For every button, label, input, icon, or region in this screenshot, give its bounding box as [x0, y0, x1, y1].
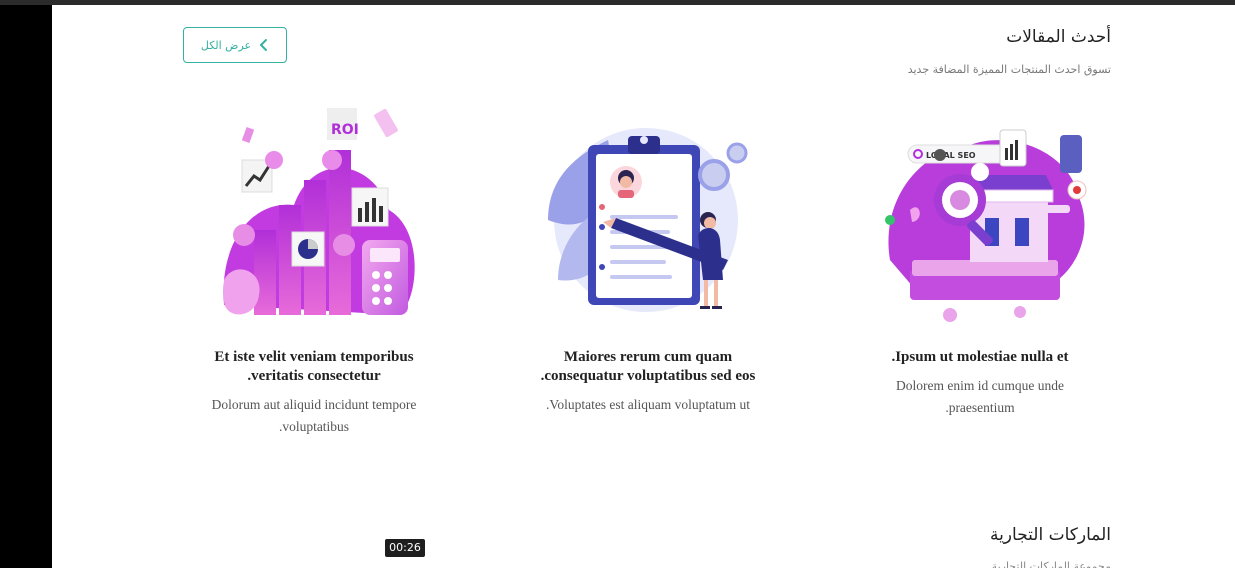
article-title[interactable]: Et iste velit veniam temporibus veritati…: [196, 348, 432, 386]
brands-subheading: مجموعة الماركات التجارية: [991, 560, 1111, 568]
svg-text:ROI: ROI: [331, 122, 359, 138]
articles-heading: أحدث المقالات: [1006, 27, 1111, 47]
chevron-left-icon: [260, 39, 268, 51]
article-description: Dolorem enim id cumque unde praesentium.: [896, 378, 1064, 415]
local-seo-shop-illustration: LOCAL SEO: [885, 129, 1087, 322]
finance-charts-illustration: ROI: [223, 108, 415, 315]
article-card[interactable]: LOCAL SEO Ipsum ut molestiae nulla et. D…: [850, 90, 1110, 419]
article-card[interactable]: ROI Et iste velit veniam temporibus veri…: [184, 90, 444, 438]
local-seo-label: LOCAL SEO: [926, 151, 976, 160]
video-timer-badge: 00:26: [385, 539, 425, 557]
page-content: أحدث المقالات تسوق احدث المنتجات المميزة…: [52, 5, 1235, 568]
view-all-label: عرض الكل: [200, 38, 252, 52]
article-description: Voluptates est aliquam voluptatum ut.: [545, 397, 751, 412]
view-all-button[interactable]: عرض الكل: [183, 27, 287, 63]
article-title[interactable]: Maiores rerum cum quam consequatur volup…: [530, 348, 766, 386]
article-description: Dolorum aut aliquid incidunt tempore vol…: [211, 397, 417, 434]
articles-subheading: تسوق احدث المنتجات المميزة المضافة جديد: [907, 63, 1111, 76]
clipboard-woman-pencil-illustration: [548, 128, 748, 312]
article-card[interactable]: Maiores rerum cum quam consequatur volup…: [518, 90, 778, 416]
brands-heading: الماركات التجارية: [989, 525, 1111, 545]
article-title[interactable]: Ipsum ut molestiae nulla et.: [862, 348, 1098, 367]
